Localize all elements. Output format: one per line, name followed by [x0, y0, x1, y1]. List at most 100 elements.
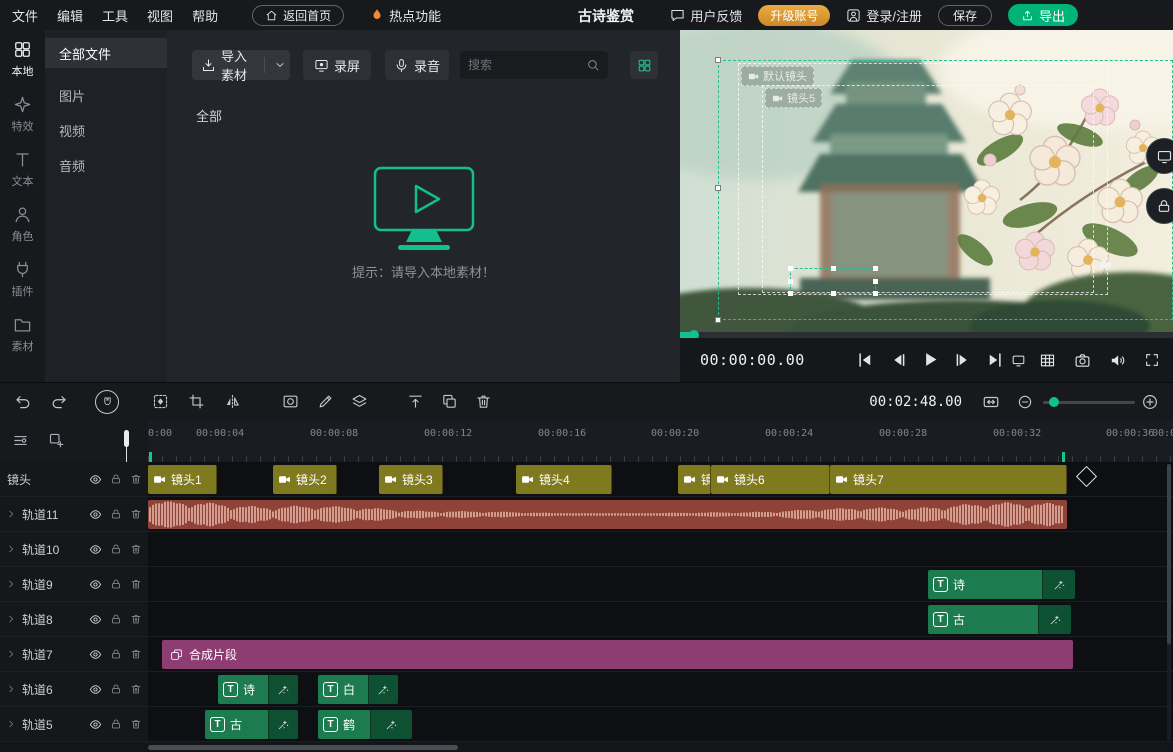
text-clip[interactable]: T 古: [928, 605, 1071, 634]
track-header[interactable]: 镜头: [0, 462, 148, 496]
previous-frame-button[interactable]: [889, 351, 907, 369]
delete-button[interactable]: [475, 393, 492, 410]
visibility-icon[interactable]: [89, 718, 102, 731]
trash-icon[interactable]: [130, 683, 142, 695]
composite-clip[interactable]: 合成片段: [162, 640, 1073, 669]
lock-icon[interactable]: [110, 508, 122, 520]
trash-icon[interactable]: [130, 648, 142, 660]
import-material-button[interactable]: 导入素材: [192, 50, 290, 80]
visibility-icon[interactable]: [89, 543, 102, 556]
trash-icon[interactable]: [130, 508, 142, 520]
shot-clip[interactable]: 镜头4: [516, 465, 612, 494]
lock-icon[interactable]: [110, 473, 122, 485]
library-category-videos[interactable]: 视频: [45, 113, 167, 148]
fit-timeline-button[interactable]: [982, 393, 1000, 411]
crop-button[interactable]: [188, 393, 205, 410]
track-header[interactable]: 轨道7: [0, 637, 148, 671]
copy-button[interactable]: [441, 393, 458, 410]
redo-button[interactable]: [50, 393, 68, 411]
keyframe-button[interactable]: [152, 393, 169, 410]
next-frame-button[interactable]: [954, 351, 972, 369]
chevron-right-icon[interactable]: [6, 684, 16, 694]
timeline-ruler[interactable]: 0:00 00:00:04 00:00:08 00:00:12 00:00:16…: [0, 420, 1173, 462]
upgrade-account-button[interactable]: 升级账号: [758, 5, 830, 26]
login-button[interactable]: 登录/注册: [846, 6, 922, 25]
export-button[interactable]: 导出: [1008, 4, 1078, 26]
sidebar-item-character[interactable]: 角色: [0, 197, 45, 252]
record-audio-button[interactable]: 录音: [385, 50, 449, 80]
add-track-button[interactable]: [48, 432, 65, 449]
menu-item-view[interactable]: 视图: [147, 6, 173, 25]
selection-handle[interactable]: [715, 317, 721, 323]
zoom-out-button[interactable]: [1017, 394, 1033, 410]
sidebar-item-assets[interactable]: 素材: [0, 307, 45, 362]
shot-clip[interactable]: 镜头5: [678, 465, 711, 494]
clip-animation-segment[interactable]: [370, 710, 412, 739]
lock-icon[interactable]: [110, 718, 122, 730]
selection-handle[interactable]: [715, 57, 721, 63]
zoom-in-button[interactable]: [1141, 393, 1159, 411]
track-header[interactable]: 轨道8: [0, 602, 148, 636]
volume-button[interactable]: [1109, 352, 1126, 369]
selected-element-box[interactable]: [790, 268, 876, 294]
visibility-icon[interactable]: [89, 683, 102, 696]
grid-view-button[interactable]: [630, 51, 658, 79]
sidebar-item-effects[interactable]: 特效: [0, 87, 45, 142]
track-header[interactable]: 轨道6: [0, 672, 148, 706]
chevron-right-icon[interactable]: [6, 579, 16, 589]
visibility-icon[interactable]: [89, 508, 102, 521]
lock-icon[interactable]: [110, 613, 122, 625]
shot-clip[interactable]: 镜头2: [273, 465, 337, 494]
visibility-icon[interactable]: [89, 578, 102, 591]
shot5-region[interactable]: 镜头5: [762, 85, 1094, 293]
shot-clip[interactable]: 镜头7: [830, 465, 1067, 494]
add-shot-marker[interactable]: [1076, 466, 1097, 487]
shot-clip[interactable]: 镜头6: [711, 465, 830, 494]
track-header[interactable]: 轨道11: [0, 497, 148, 531]
shot-clip[interactable]: 镜头1: [148, 465, 217, 494]
save-button[interactable]: 保存: [938, 5, 992, 26]
grid-table-button[interactable]: [1039, 352, 1056, 369]
visibility-icon[interactable]: [89, 473, 102, 486]
chevron-right-icon[interactable]: [6, 649, 16, 659]
home-button[interactable]: 返回首页: [252, 5, 344, 26]
menu-item-edit[interactable]: 编辑: [57, 6, 83, 25]
sidebar-item-text[interactable]: 文本: [0, 142, 45, 197]
shot-clip[interactable]: 镜头3: [379, 465, 443, 494]
feedback-button[interactable]: 用户反馈: [670, 6, 742, 25]
menu-item-file[interactable]: 文件: [12, 6, 38, 25]
library-category-all-files[interactable]: 全部文件: [45, 38, 167, 68]
lock-icon[interactable]: [110, 648, 122, 660]
visibility-icon[interactable]: [89, 613, 102, 626]
sidebar-item-plugins[interactable]: 插件: [0, 252, 45, 307]
text-clip[interactable]: T 古: [205, 710, 298, 739]
sidebar-item-local[interactable]: 本地: [0, 32, 45, 87]
trash-icon[interactable]: [130, 473, 142, 485]
align-top-button[interactable]: [407, 393, 424, 410]
menu-item-help[interactable]: 帮助: [192, 6, 218, 25]
selection-handle[interactable]: [715, 185, 721, 191]
default-shot-tag[interactable]: 默认镜头: [741, 66, 814, 86]
chevron-right-icon[interactable]: [6, 509, 16, 519]
record-screen-button[interactable]: 录屏: [303, 50, 371, 80]
undo-button[interactable]: [14, 393, 32, 411]
track-header[interactable]: 轨道9: [0, 567, 148, 601]
hot-features-button[interactable]: 热点功能: [370, 6, 441, 25]
lock-icon[interactable]: [110, 683, 122, 695]
jump-to-end-button[interactable]: [986, 351, 1004, 369]
snapshot-camera-button[interactable]: [1074, 352, 1091, 369]
trash-icon[interactable]: [130, 718, 142, 730]
chevron-down-icon[interactable]: [274, 59, 286, 71]
video-canvas[interactable]: 默认镜头 镜头5: [680, 30, 1173, 332]
play-button[interactable]: [921, 350, 940, 369]
clip-animation-segment[interactable]: [1038, 605, 1071, 634]
text-clip[interactable]: T 鹤: [318, 710, 412, 739]
playhead-handle[interactable]: [124, 430, 129, 447]
filter-all-tab[interactable]: 全部: [196, 106, 222, 125]
track-header[interactable]: 轨道5: [0, 707, 148, 741]
zoom-slider-handle[interactable]: [1049, 397, 1059, 407]
edit-pen-button[interactable]: [317, 393, 334, 410]
search-input[interactable]: [468, 58, 582, 72]
trash-icon[interactable]: [130, 543, 142, 555]
library-category-images[interactable]: 图片: [45, 78, 167, 113]
